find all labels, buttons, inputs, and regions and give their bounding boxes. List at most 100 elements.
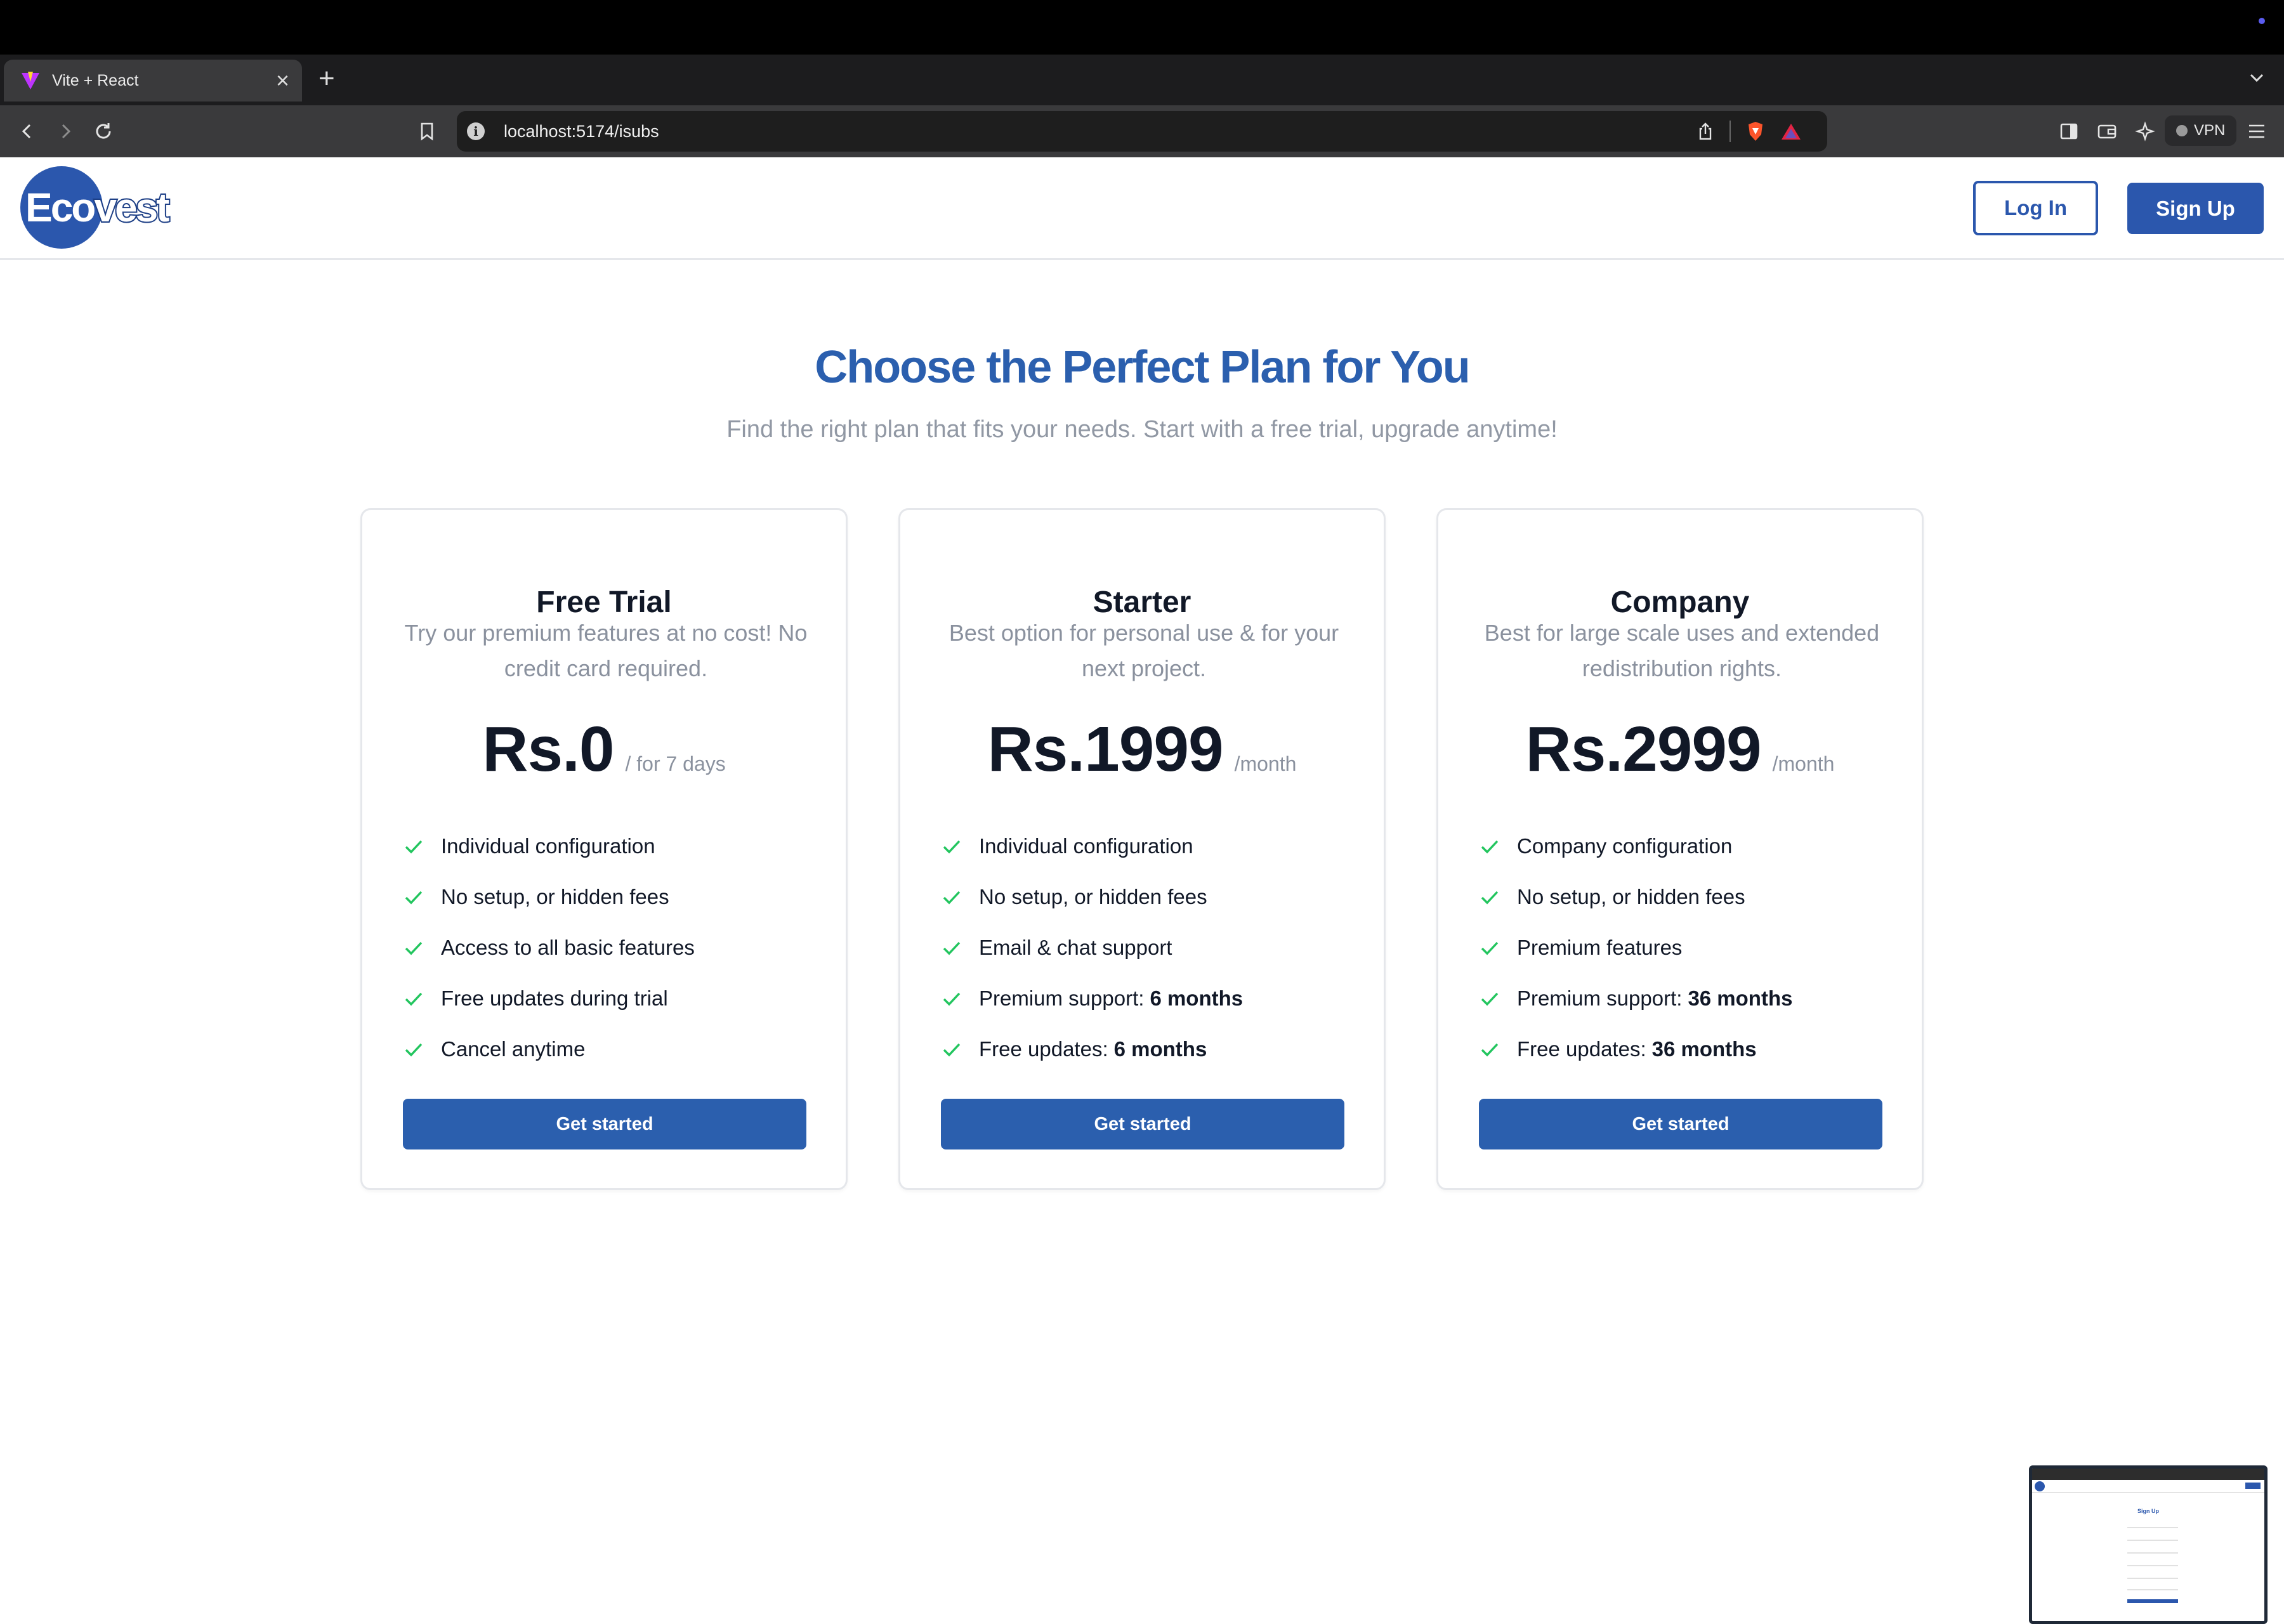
feature-item: Company configuration	[1479, 821, 1792, 872]
page-title: Choose the Perfect Plan for You	[815, 342, 1471, 393]
feature-text: Email & chat support	[979, 936, 1172, 959]
feature-item: Cancel anytime	[403, 1024, 700, 1075]
feature-item: No setup, or hidden fees	[1479, 872, 1792, 922]
plan-price: Rs.0	[482, 714, 614, 785]
plan-price-row: Rs.1999 /month	[900, 713, 1384, 786]
bookmark-icon[interactable]	[414, 118, 440, 145]
address-bar[interactable]: i localhost:5174/isubs	[457, 111, 1827, 152]
signup-button[interactable]: Sign Up	[2127, 183, 2264, 234]
feature-list: Individual configuration No setup, or hi…	[403, 821, 700, 1075]
feature-list: Company configuration No setup, or hidde…	[1479, 821, 1792, 1075]
feature-item: Premium support: 6 months	[941, 973, 1243, 1024]
feature-item: Premium features	[1479, 922, 1792, 973]
check-icon	[943, 1043, 961, 1057]
feature-text: Cancel anytime	[441, 1037, 586, 1061]
get-started-button[interactable]: Get started	[1479, 1099, 1882, 1149]
browser-toolbar: i localhost:5174/isubs VPN	[0, 105, 2284, 157]
check-icon	[405, 941, 423, 955]
vpn-status-icon	[2176, 125, 2188, 136]
brave-shield-icon[interactable]	[1746, 121, 1765, 142]
thumbnail-header	[2032, 1480, 2264, 1493]
feature-text: Free updates during trial	[441, 986, 668, 1010]
plan-price: Rs.2999	[1525, 714, 1762, 785]
plan-price-row: Rs.2999 /month	[1438, 713, 1922, 786]
feature-highlight: 36 months	[1688, 986, 1793, 1010]
feature-text: Premium support:	[979, 986, 1145, 1010]
check-icon	[943, 891, 961, 905]
vpn-button[interactable]: VPN	[2165, 115, 2237, 146]
feature-text: Free updates:	[1517, 1037, 1646, 1061]
screenshot-thumbnail[interactable]: Sign Up	[2029, 1465, 2268, 1624]
plan-description: Try our premium features at no cost! No …	[404, 620, 808, 681]
check-icon	[1481, 941, 1499, 955]
feature-highlight: 6 months	[1113, 1037, 1207, 1061]
feature-item: Free updates during trial	[403, 973, 700, 1024]
feature-text: Premium features	[1517, 936, 1683, 959]
plan-period: / for 7 days	[625, 752, 726, 775]
feature-item: Premium support: 36 months	[1479, 973, 1792, 1024]
tab-title: Vite + React	[52, 71, 139, 89]
forward-icon[interactable]	[52, 118, 79, 145]
brave-rewards-icon[interactable]	[1780, 122, 1802, 141]
separator	[1729, 121, 1731, 142]
thumbnail-field	[2127, 1589, 2178, 1590]
feature-item: Email & chat support	[941, 922, 1243, 973]
browser-tab[interactable]: Vite + React ×	[4, 60, 302, 102]
feature-text: No setup, or hidden fees	[1517, 885, 1745, 908]
thumbnail-button	[2245, 1483, 2261, 1489]
site-header: Ecovest Log In Sign Up	[0, 157, 2284, 260]
check-icon	[1481, 891, 1499, 905]
thumbnail-submit	[2127, 1599, 2178, 1603]
check-icon	[405, 992, 423, 1006]
tab-list-chevron-icon[interactable]	[2246, 67, 2268, 89]
thumbnail-field	[2127, 1527, 2178, 1528]
check-icon	[943, 941, 961, 955]
url-text[interactable]: localhost:5174/isubs	[504, 122, 1697, 141]
plan-card-company: Company Best for large scale uses and ex…	[1436, 508, 1924, 1190]
plan-card-free-trial: Free Trial Try our premium features at n…	[360, 508, 848, 1190]
logo-text-main: Eco	[24, 184, 96, 232]
feature-text: Individual configuration	[441, 834, 655, 858]
feature-text: Access to all basic features	[441, 936, 695, 959]
feature-highlight: 36 months	[1651, 1037, 1757, 1061]
logo-text: Ecovest	[24, 183, 171, 232]
back-icon[interactable]	[14, 118, 41, 145]
get-started-button[interactable]: Get started	[403, 1099, 806, 1149]
thumbnail-field	[2127, 1540, 2178, 1541]
get-started-button[interactable]: Get started	[941, 1099, 1344, 1149]
check-icon	[405, 1043, 423, 1057]
feature-text: No setup, or hidden fees	[979, 885, 1207, 908]
feature-item: Free updates: 6 months	[941, 1024, 1243, 1075]
os-menu-bar	[0, 0, 2284, 55]
check-icon	[943, 992, 961, 1006]
login-button[interactable]: Log In	[1973, 181, 2098, 235]
wallet-icon[interactable]	[2094, 118, 2120, 145]
leo-ai-icon[interactable]	[2132, 118, 2158, 145]
feature-text: Company configuration	[1517, 834, 1733, 858]
check-icon	[405, 840, 423, 854]
feature-item: Individual configuration	[941, 821, 1243, 872]
tab-strip: Vite + React × +	[0, 55, 2284, 105]
feature-item: No setup, or hidden fees	[941, 872, 1243, 922]
feature-list: Individual configuration No setup, or hi…	[941, 821, 1243, 1075]
thumbnail-browser-bar	[2032, 1469, 2264, 1480]
page-subtitle: Find the right plan that fits your needs…	[726, 416, 1558, 443]
site-info-icon[interactable]: i	[467, 122, 485, 140]
menu-icon[interactable]	[2243, 118, 2270, 145]
check-icon	[405, 891, 423, 905]
vpn-label: VPN	[2194, 122, 2226, 139]
tab-close-icon[interactable]: ×	[276, 69, 289, 92]
feature-item: No setup, or hidden fees	[403, 872, 700, 922]
reload-icon[interactable]	[90, 118, 117, 145]
plan-description: Best for large scale uses and extended r…	[1484, 620, 1880, 681]
new-tab-button[interactable]: +	[318, 65, 335, 93]
plan-card-starter: Starter Best option for personal use & f…	[898, 508, 1386, 1190]
feature-text: No setup, or hidden fees	[441, 885, 669, 908]
sidebar-icon[interactable]	[2056, 118, 2082, 145]
check-icon	[943, 840, 961, 854]
feature-item: Access to all basic features	[403, 922, 700, 973]
share-icon[interactable]	[1697, 122, 1714, 141]
thumbnail-field	[2127, 1565, 2178, 1566]
logo-text-rest: vest	[93, 183, 171, 232]
ecovest-logo[interactable]: Ecovest	[20, 166, 192, 250]
